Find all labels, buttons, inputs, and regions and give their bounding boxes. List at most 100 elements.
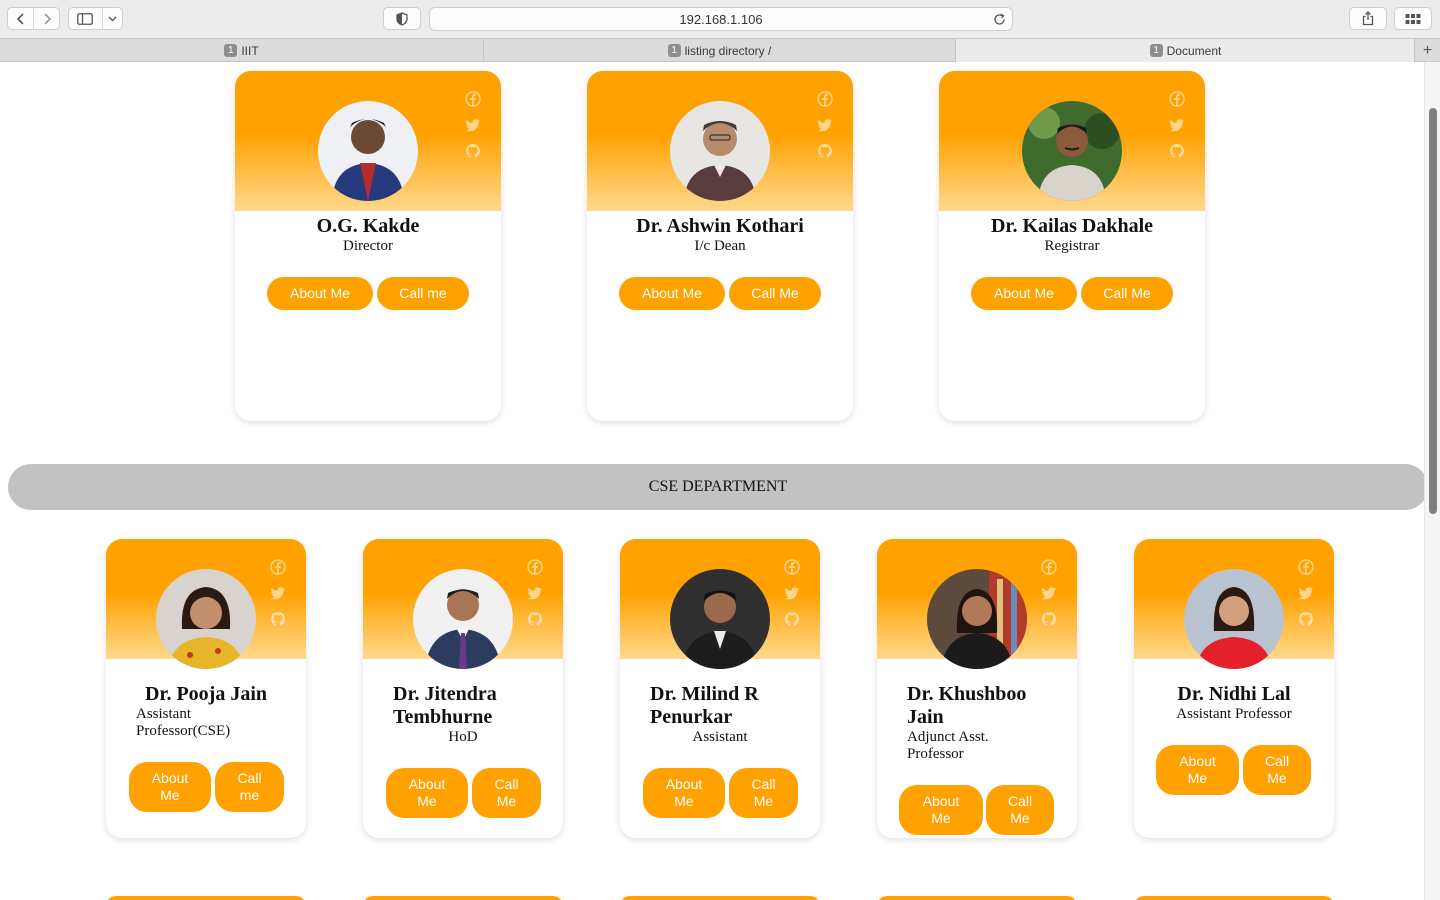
section-header-cse: CSE DEPARTMENT <box>8 464 1424 510</box>
plus-icon: + <box>1422 41 1433 59</box>
tab-listing-directory[interactable]: 1 listing directory / <box>484 39 956 62</box>
profile-card: O.G. Kakde Director About Me Call me <box>235 71 501 421</box>
call-me-button[interactable]: Call Me <box>729 277 821 310</box>
profile-name: Dr. Jitendra Tembhurne <box>393 683 497 728</box>
profile-card: Dr. Jitendra Tembhurne HoD About Me Call… <box>363 539 563 838</box>
profile-role: Adjunct Asst. Professor <box>907 729 989 762</box>
tab-iiit[interactable]: 1 IIIT <box>0 39 484 62</box>
call-me-button[interactable]: Call Me <box>1243 745 1311 795</box>
facebook-icon[interactable] <box>817 91 833 107</box>
twitter-icon[interactable] <box>465 117 481 133</box>
share-button[interactable] <box>1349 7 1387 30</box>
facebook-icon[interactable] <box>784 559 800 575</box>
call-me-button[interactable]: Call Me <box>472 768 541 818</box>
chevron-down-icon <box>108 16 117 21</box>
call-me-button[interactable]: Call Me <box>729 768 798 818</box>
twitter-icon[interactable] <box>1169 117 1185 133</box>
tab-label: IIIT <box>241 43 259 58</box>
profile-card: Dr. Pooja Jain Assistant Professor(CSE) … <box>106 539 306 838</box>
profile-card-partial <box>363 896 563 900</box>
twitter-icon[interactable] <box>784 585 800 601</box>
profile-photo <box>670 569 770 669</box>
address-bar[interactable]: 192.168.1.106 <box>429 7 1013 31</box>
call-me-button[interactable]: Call me <box>377 277 469 310</box>
tab-bar: 1 IIIT 1 listing directory / 1 Document … <box>0 38 1440 62</box>
about-me-button[interactable]: About Me <box>643 768 725 818</box>
new-tab-button[interactable]: + <box>1414 39 1440 62</box>
github-icon[interactable] <box>1041 611 1057 627</box>
about-me-button[interactable]: About Me <box>129 762 211 812</box>
about-me-label: About Me <box>665 776 703 809</box>
profile-card-partial <box>620 896 820 900</box>
github-icon[interactable] <box>784 611 800 627</box>
scrollbar[interactable] <box>1424 62 1440 900</box>
profile-name: Dr. Milind R Penurkar <box>650 683 759 728</box>
about-me-label: About Me <box>151 770 189 803</box>
privacy-report-button[interactable] <box>383 7 421 30</box>
profile-card-partial <box>877 896 1077 900</box>
twitter-icon[interactable] <box>270 585 286 601</box>
github-icon[interactable] <box>527 611 543 627</box>
tab-count-badge: 1 <box>224 44 238 57</box>
about-me-label: About Me <box>408 776 446 809</box>
facebook-icon[interactable] <box>1169 91 1185 107</box>
social-links <box>817 91 833 169</box>
profile-role: I/c Dean <box>694 238 746 254</box>
url-text: 192.168.1.106 <box>679 11 763 27</box>
profile-photo <box>670 101 770 201</box>
profile-name: Dr. Kailas Dakhale <box>990 215 1154 237</box>
call-me-button[interactable]: Call Me <box>1081 277 1173 310</box>
facebook-icon[interactable] <box>527 559 543 575</box>
about-me-button[interactable]: About Me <box>619 277 725 310</box>
social-links <box>784 559 800 637</box>
reload-button[interactable] <box>992 12 1006 26</box>
about-me-label: About Me <box>922 793 960 826</box>
sidebar-button[interactable] <box>69 8 102 29</box>
profile-card: Dr. Kailas Dakhale Registrar About Me Ca… <box>939 71 1205 421</box>
github-icon[interactable] <box>270 611 286 627</box>
chevron-right-icon <box>43 12 51 25</box>
profile-name: O.G. Kakde <box>316 215 420 237</box>
about-me-button[interactable]: About Me <box>267 277 373 310</box>
sidebar-menu-button[interactable] <box>101 8 122 29</box>
github-icon[interactable] <box>1298 611 1314 627</box>
back-button[interactable] <box>8 8 33 29</box>
profile-role: HoD <box>448 729 478 745</box>
scrollbar-thumb[interactable] <box>1429 108 1437 514</box>
twitter-icon[interactable] <box>1298 585 1314 601</box>
call-me-button[interactable]: Call me <box>215 762 284 812</box>
twitter-icon[interactable] <box>1041 585 1057 601</box>
call-me-label: Call Me <box>494 776 519 809</box>
profile-role: Director <box>343 238 393 254</box>
facebook-icon[interactable] <box>1041 559 1057 575</box>
about-me-button[interactable]: About Me <box>899 785 983 835</box>
github-icon[interactable] <box>465 143 481 159</box>
call-me-button[interactable]: Call Me <box>986 785 1054 835</box>
tab-document[interactable]: 1 Document <box>956 39 1415 62</box>
twitter-icon[interactable] <box>817 117 833 133</box>
twitter-icon[interactable] <box>527 585 543 601</box>
call-me-label: Call me <box>237 770 262 803</box>
forward-button[interactable] <box>33 8 59 29</box>
profile-name: Dr. Ashwin Kothari <box>636 215 804 237</box>
sidebar-toggle-group <box>68 7 123 30</box>
profile-card: Dr. Nidhi Lal Assistant Professor About … <box>1134 539 1334 838</box>
about-me-button[interactable]: About Me <box>1156 745 1239 795</box>
profile-name: Dr. Pooja Jain <box>144 683 268 705</box>
profile-photo <box>318 101 418 201</box>
profile-card: Dr. Ashwin Kothari I/c Dean About Me Cal… <box>587 71 853 421</box>
facebook-icon[interactable] <box>270 559 286 575</box>
profile-photo <box>156 569 256 669</box>
facebook-icon[interactable] <box>465 91 481 107</box>
shield-icon <box>396 11 408 26</box>
github-icon[interactable] <box>1169 143 1185 159</box>
about-me-button[interactable]: About Me <box>971 277 1077 310</box>
about-me-button[interactable]: About Me <box>386 768 468 818</box>
sidebar-icon <box>77 12 94 25</box>
profile-card-partial <box>106 896 306 900</box>
page-content: O.G. Kakde Director About Me Call me Dr.… <box>0 62 1424 900</box>
tab-overview-button[interactable] <box>1394 7 1432 30</box>
social-links <box>1169 91 1185 169</box>
github-icon[interactable] <box>817 143 833 159</box>
facebook-icon[interactable] <box>1298 559 1314 575</box>
